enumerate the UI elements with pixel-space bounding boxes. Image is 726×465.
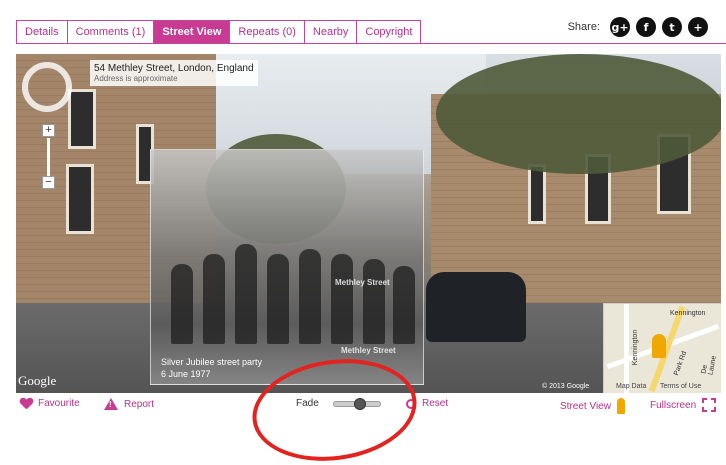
map-data-link[interactable]: Map Data: [616, 383, 646, 390]
share-bar: Share: g+ f t +: [568, 17, 708, 37]
tab-comments[interactable]: Comments (1): [66, 20, 154, 44]
street-view-label: Street View: [560, 400, 611, 412]
photo-caption: Silver Jubilee street party 6 June 1977: [161, 356, 262, 380]
fade-control: Fade: [296, 397, 381, 410]
fullscreen-button[interactable]: Fullscreen: [650, 398, 717, 412]
tab-nearby[interactable]: Nearby: [303, 20, 357, 44]
figure: [393, 266, 415, 344]
zoom-track[interactable]: [47, 138, 50, 176]
bottom-toolbar: Favourite ! Report Fade Reset Street Vie…: [0, 397, 726, 418]
figure: [299, 249, 321, 344]
address-box: 54 Methley Street, London, England Addre…: [90, 60, 258, 86]
address-note: Address is approximate: [94, 74, 178, 83]
map-label: Park Rd: [673, 350, 689, 377]
tab-repeats[interactable]: Repeats (0): [229, 20, 304, 44]
pegman-icon[interactable]: [652, 334, 666, 358]
figure: [171, 264, 193, 344]
tab-bar: Details Comments (1) Street View Repeats…: [16, 20, 422, 44]
tree: [436, 54, 721, 174]
tab-street-view[interactable]: Street View: [153, 20, 230, 44]
zoom-control: + −: [42, 124, 56, 190]
warning-icon: !: [104, 398, 118, 410]
reset-icon: [406, 398, 416, 409]
pegman-icon: [616, 398, 625, 414]
minimap[interactable]: Kennington Kennington Park Rd De Laune M…: [603, 303, 721, 393]
google-plus-icon[interactable]: g+: [610, 17, 630, 37]
twitter-icon[interactable]: t: [662, 17, 682, 37]
window: [528, 164, 546, 224]
favourite-button[interactable]: Favourite: [20, 398, 80, 409]
reset-button[interactable]: Reset: [406, 398, 448, 409]
facebook-icon[interactable]: f: [636, 17, 656, 37]
copyright-text: © 2013 Google: [542, 383, 590, 390]
share-label: Share:: [567, 21, 600, 33]
fade-label: Fade: [296, 398, 319, 409]
google-logo: Google: [18, 373, 57, 388]
caption-title: Silver Jubilee street party: [161, 357, 263, 367]
pan-control[interactable]: [22, 62, 72, 112]
heart-icon: [20, 398, 32, 409]
road-label: Methley Street: [335, 278, 390, 287]
terms-link[interactable]: Terms of Use: [660, 383, 701, 390]
report-label: Report: [124, 398, 155, 410]
figure: [235, 244, 257, 344]
street-view-panel[interactable]: 54 Methley Street, London, England Addre…: [16, 54, 721, 393]
tab-copyright[interactable]: Copyright: [356, 20, 422, 44]
historic-photo-overlay: Methley Street Methley Street Silver Jub…: [150, 149, 424, 385]
zoom-out-button[interactable]: −: [42, 176, 55, 189]
street-view-button[interactable]: Street View: [560, 398, 625, 414]
report-button[interactable]: ! Report: [104, 398, 154, 410]
fullscreen-label: Fullscreen: [650, 399, 697, 411]
map-road: [624, 304, 629, 393]
tab-divider: [16, 43, 726, 44]
tab-details[interactable]: Details: [16, 20, 67, 44]
map-label: De Laune: [700, 355, 718, 376]
car: [426, 272, 526, 342]
reset-label: Reset: [422, 398, 449, 409]
map-label: Kennington: [670, 310, 706, 317]
fullscreen-icon: [702, 398, 717, 412]
window: [68, 89, 96, 149]
caption-date: 6 June 1977: [161, 369, 211, 379]
fade-slider[interactable]: [332, 397, 381, 410]
figure: [267, 254, 289, 344]
address-text: 54 Methley Street, London, England: [94, 63, 254, 74]
zoom-in-button[interactable]: +: [42, 124, 55, 137]
road-label: Methley Street: [341, 346, 396, 355]
favourite-label: Favourite: [38, 398, 80, 409]
figure: [363, 259, 385, 344]
fade-slider-knob[interactable]: [353, 397, 366, 410]
map-label: Kennington: [632, 329, 640, 366]
window: [66, 164, 94, 234]
figure: [203, 254, 225, 344]
figure: [331, 254, 353, 344]
add-icon[interactable]: +: [688, 17, 708, 37]
